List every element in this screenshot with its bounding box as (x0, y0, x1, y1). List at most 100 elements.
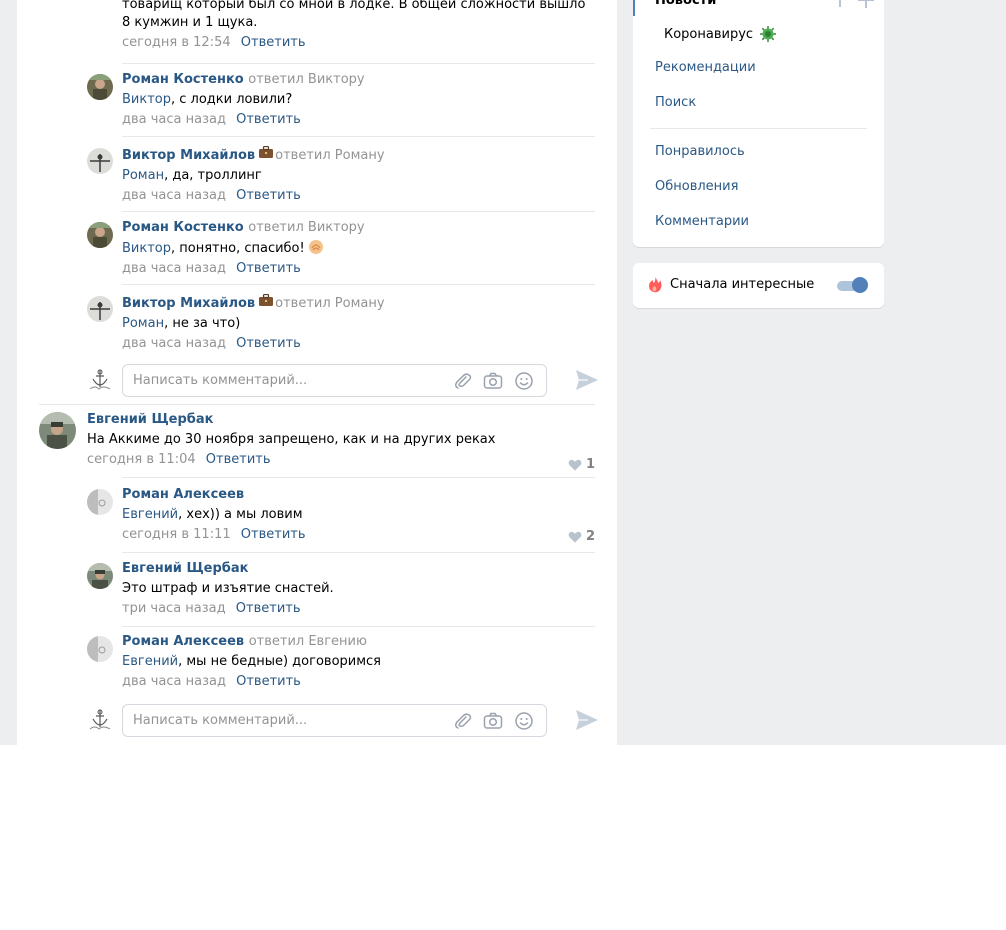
reply-link[interactable]: Ответить (241, 527, 306, 542)
heart-icon (568, 459, 582, 470)
sidebar-item-search[interactable]: Поиск (655, 95, 696, 110)
divider (39, 404, 595, 405)
avatar[interactable] (39, 412, 76, 449)
divider (122, 63, 595, 64)
author-name[interactable]: Роман Алексеев (122, 634, 244, 649)
author-name[interactable]: Роман Костенко (122, 72, 244, 87)
sidebar-item-coronavirus[interactable]: Коронавирус (664, 25, 777, 43)
comment-input[interactable] (133, 713, 433, 728)
camera-icon[interactable] (483, 372, 503, 390)
avatar[interactable] (87, 148, 113, 174)
sidebar-item-comments[interactable]: Комментарии (655, 214, 749, 229)
reply-link[interactable]: Ответить (236, 261, 301, 276)
smile-icon[interactable] (514, 712, 534, 730)
author-name[interactable]: Евгений Щербак (122, 561, 248, 576)
add-icon[interactable] (858, 0, 874, 8)
avatar[interactable] (87, 74, 113, 100)
reply-to-label[interactable]: ответил Евгению (249, 634, 367, 649)
active-indicator (633, 0, 635, 16)
interesting-first-filter[interactable]: Сначала интересные (633, 263, 884, 308)
sidebar-item-recommendations[interactable]: Рекомендации (655, 60, 756, 75)
paperclip-icon[interactable] (453, 712, 473, 730)
sidebar-item-updates[interactable]: Обновления (655, 179, 738, 194)
reply-link[interactable]: Ответить (241, 35, 306, 50)
comment-item: Виктор Михайлов ответил Роману Роман, да,… (87, 145, 595, 204)
mention-link[interactable]: Евгений (122, 654, 178, 669)
reply-to-label[interactable]: ответил Виктору (248, 72, 364, 87)
avatar[interactable] (87, 563, 113, 589)
reply-link[interactable]: Ответить (236, 112, 301, 127)
avatar[interactable] (87, 489, 113, 515)
comment-date: два часа назад (122, 674, 226, 689)
comment-text: Роман, не за что) (122, 316, 241, 331)
virus-icon (759, 25, 777, 43)
vk-page: товарищ который был со мной в лодке. В о… (0, 0, 1006, 745)
clapping-hands-emoji-icon (307, 239, 325, 255)
divider (122, 211, 595, 212)
reply-to-label[interactable]: ответил Роману (275, 148, 384, 163)
comment-meta: два часа назад Ответить (122, 261, 595, 277)
comment-field[interactable] (122, 364, 547, 397)
reply-to-label[interactable]: ответил Роману (275, 296, 384, 311)
sidebar-item-news[interactable]: Новости (655, 0, 716, 8)
reply-link[interactable]: Ответить (236, 188, 301, 203)
mention-link[interactable]: Роман (122, 168, 164, 183)
comment-input[interactable] (133, 373, 433, 388)
comment-meta: сегодня в 12:54 Ответить (122, 35, 595, 51)
my-avatar (87, 367, 113, 393)
divider (122, 477, 595, 478)
toggle-knob (852, 277, 868, 293)
my-avatar (87, 707, 113, 733)
reply-link[interactable]: Ответить (236, 674, 301, 689)
briefcase-icon (259, 145, 274, 158)
author-name[interactable]: Роман Алексеев (122, 487, 244, 502)
sidebar-divider (650, 128, 867, 129)
divider (122, 284, 595, 285)
mention-link[interactable]: Виктор (122, 92, 171, 107)
comment-date: два часа назад (122, 261, 226, 276)
author-name[interactable]: Виктор Михайлов (122, 148, 255, 163)
smile-icon[interactable] (514, 372, 534, 390)
mention-link[interactable]: Евгений (122, 507, 178, 522)
comment-date: сегодня в 11:11 (122, 527, 231, 542)
comment-composer (87, 364, 599, 398)
reply-link[interactable]: Ответить (236, 336, 301, 351)
comment-text: Евгений, мы не бедные) договоримся (122, 654, 381, 669)
comment-field[interactable] (122, 704, 547, 737)
avatar[interactable] (87, 636, 113, 662)
camera-icon[interactable] (483, 712, 503, 730)
comment-meta: сегодня в 11:04 Ответить (87, 452, 595, 468)
comment-date: сегодня в 12:54 (122, 35, 231, 50)
divider (122, 626, 595, 627)
comment-item: Роман Алексеев Евгений, хех)) а мы ловим… (87, 487, 595, 544)
comment-date: сегодня в 11:04 (87, 452, 196, 467)
author-name[interactable]: Роман Костенко (122, 220, 244, 235)
comment-meta: два часа назад Ответить (122, 674, 595, 690)
filter-label: Сначала интересные (670, 277, 815, 292)
comment-date: два часа назад (122, 188, 226, 203)
mention-link[interactable]: Виктор (122, 241, 171, 256)
author-name[interactable]: Виктор Михайлов (122, 296, 255, 311)
comment-date: три часа назад (122, 601, 226, 616)
reply-link[interactable]: Ответить (236, 601, 301, 616)
briefcase-icon (259, 293, 274, 306)
comment-text: Евгений, хех)) а мы ловим (122, 507, 303, 522)
like-button[interactable]: 2 (568, 529, 595, 544)
like-count: 2 (585, 529, 595, 544)
divider (122, 136, 595, 137)
settings-icon[interactable] (836, 0, 844, 7)
reply-to-label[interactable]: ответил Виктору (248, 220, 364, 235)
like-button[interactable]: 1 (568, 457, 595, 472)
paperclip-icon[interactable] (453, 372, 473, 390)
comment-item: Евгений Щербак На Аккиме до 30 ноября за… (39, 412, 595, 472)
send-icon[interactable] (575, 709, 599, 731)
send-icon[interactable] (575, 369, 599, 391)
filter-toggle[interactable] (837, 277, 868, 293)
author-name[interactable]: Евгений Щербак (87, 412, 213, 427)
avatar[interactable] (87, 222, 113, 248)
fire-icon (648, 277, 662, 293)
reply-link[interactable]: Ответить (206, 452, 271, 467)
sidebar-item-liked[interactable]: Понравилось (655, 144, 745, 159)
avatar[interactable] (87, 296, 113, 322)
mention-link[interactable]: Роман (122, 316, 164, 331)
